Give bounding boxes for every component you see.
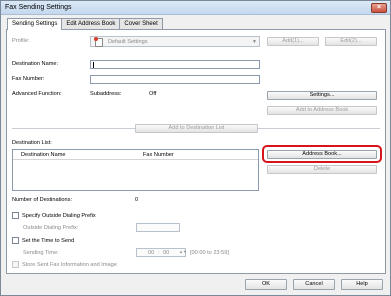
- column-fax-number[interactable]: Fax Number: [143, 152, 174, 158]
- time-to-send-checkbox[interactable]: [12, 237, 19, 244]
- outside-prefix-input[interactable]: [136, 223, 180, 232]
- destination-list-header: Destination Name Fax Number: [13, 150, 258, 160]
- store-sent-fax-checkbox-label[interactable]: Store Sent Fax Information and Image: [22, 262, 117, 268]
- add-to-address-book-button[interactable]: Add to Address Book: [267, 106, 377, 115]
- profile-document-icon: [94, 37, 103, 47]
- subaddress-value: Off: [149, 91, 157, 97]
- profile-select-value: Default Settings: [108, 39, 148, 45]
- sending-time-hours: 00: [148, 250, 155, 256]
- destination-name-input[interactable]: [90, 60, 260, 69]
- advanced-function-label: Advanced Function:: [12, 91, 62, 97]
- tab-strip: Sending Settings Edit Address Book Cover…: [7, 18, 163, 30]
- sending-time-range: [00:00 to 23:59]: [190, 250, 229, 256]
- profile-label: Profile:: [12, 38, 30, 44]
- window-title: Fax Sending Settings: [5, 4, 72, 11]
- fax-number-input[interactable]: [90, 75, 260, 84]
- profile-add-button[interactable]: Add(1)...: [267, 37, 319, 46]
- number-of-destinations-label: Number of Destinations:: [12, 197, 73, 203]
- profile-edit-button[interactable]: Edit(2)...: [325, 37, 377, 46]
- sending-time-input[interactable]: 00 : 00 ▲▼: [136, 248, 187, 257]
- subaddress-label: Subaddress:: [90, 91, 122, 97]
- sending-time-spinner-icon[interactable]: ▲▼: [179, 249, 187, 254]
- chevron-down-icon: ▼: [252, 39, 257, 45]
- cancel-button[interactable]: Cancel: [293, 279, 335, 290]
- advanced-settings-button[interactable]: Settings...: [267, 91, 377, 100]
- profile-select[interactable]: Default Settings ▼: [90, 36, 260, 47]
- tab-edit-address-book[interactable]: Edit Address Book: [61, 18, 121, 29]
- outside-prefix-field-label: Outside Dialing Prefix:: [23, 225, 79, 231]
- sending-time-minutes: 00: [163, 250, 170, 256]
- delete-button[interactable]: Delete: [267, 165, 377, 174]
- ok-button[interactable]: OK: [245, 279, 287, 290]
- add-to-destination-list-button[interactable]: Add to Destination List: [135, 124, 258, 133]
- tab-cover-sheet[interactable]: Cover Sheet: [119, 18, 163, 29]
- tab-sending-settings[interactable]: Sending Settings: [7, 18, 63, 30]
- close-button[interactable]: ×: [371, 3, 387, 13]
- fax-sending-settings-window: Fax Sending Settings × Sending Settings …: [0, 0, 391, 296]
- destination-list[interactable]: Destination Name Fax Number: [12, 149, 259, 191]
- sending-settings-panel: Profile: Default Settings ▼ Add(1)... Ed…: [6, 29, 386, 274]
- title-bar: Fax Sending Settings ×: [1, 1, 390, 15]
- outside-prefix-checkbox-label[interactable]: Specify Outside Dialing Prefix: [22, 213, 96, 219]
- store-sent-fax-checkbox[interactable]: [12, 261, 19, 268]
- destination-name-label: Destination Name:: [12, 61, 59, 67]
- help-button[interactable]: Help: [341, 279, 383, 290]
- time-to-send-checkbox-label[interactable]: Set the Time to Send: [22, 238, 74, 244]
- fax-number-label: Fax Number:: [12, 76, 45, 82]
- outside-prefix-checkbox[interactable]: [12, 212, 19, 219]
- column-destination-name[interactable]: Destination Name: [21, 152, 65, 158]
- destination-list-label: Destination List:: [12, 140, 52, 146]
- sending-time-colon: :: [158, 250, 160, 256]
- address-book-highlight: [262, 145, 382, 163]
- sending-time-label: Sending Time:: [23, 250, 59, 256]
- text-caret: [93, 62, 94, 68]
- number-of-destinations-value: 0: [135, 197, 139, 203]
